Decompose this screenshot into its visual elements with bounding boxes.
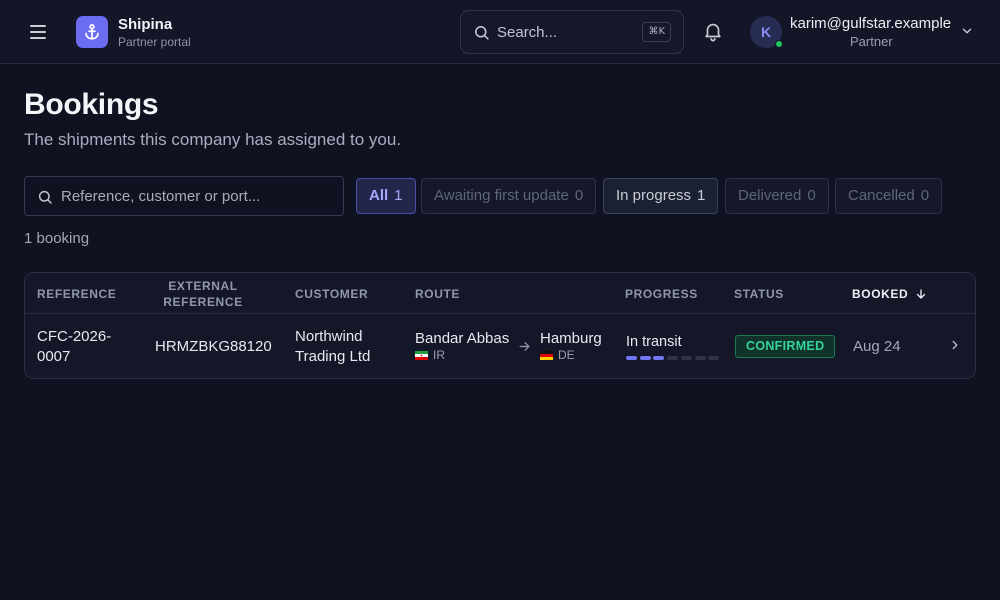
customer-name: Northwind Trading Ltd (295, 327, 370, 367)
filter-chip-count: 0 (920, 187, 930, 204)
menu-icon[interactable] (26, 20, 50, 44)
progress-segment-complete (626, 356, 637, 360)
user-role: Partner (850, 34, 893, 49)
filter-chip-label: Awaiting first update (434, 187, 569, 204)
booking-reference: CFC-2026- 0007 (37, 327, 111, 367)
column-header-reference[interactable]: REFERENCE (37, 287, 116, 301)
search-icon (37, 189, 53, 210)
progress-segment-pending (681, 356, 692, 360)
progress-bar (626, 356, 719, 360)
origin-country-code: IR (433, 348, 445, 362)
filter-chip-all[interactable]: All 1 (356, 178, 416, 214)
column-header-booked[interactable]: BOOKED (852, 287, 927, 301)
user-email[interactable]: karim@gulfstar.example (790, 15, 951, 32)
customer-name-line: Trading Ltd (295, 348, 371, 365)
global-search[interactable]: Search... ⌘K (460, 10, 684, 54)
progress-segment-pending (667, 356, 678, 360)
brand-subtitle: Partner portal (118, 35, 191, 49)
table-header: REFERENCE EXTERNAL REFERENCE CUSTOMER RO… (25, 273, 975, 313)
filter-chip-count: 0 (807, 187, 816, 204)
filter-chip-awaiting[interactable]: Awaiting first update 0 (421, 178, 597, 214)
column-header-line: EXTERNAL (168, 279, 238, 293)
page-subtitle: The shipments this company has assigned … (24, 130, 402, 149)
filter-chip-label: All (369, 187, 389, 204)
top-bar: Shipina Partner portal Search... ⌘K K ka… (0, 0, 1000, 64)
global-search-placeholder: Search... (497, 24, 558, 41)
iran-flag-icon (415, 351, 428, 360)
filter-chip-delivered[interactable]: Delivered 0 (725, 178, 829, 214)
column-header-status[interactable]: STATUS (734, 287, 784, 301)
column-header-line: REFERENCE (163, 295, 243, 309)
destination-country: DE (540, 348, 602, 362)
result-count: 1 booking (24, 230, 90, 247)
filter-chip-count: 1 (697, 187, 706, 204)
booking-search-input[interactable] (61, 177, 341, 215)
anchor-icon[interactable] (76, 16, 108, 48)
status-badge: CONFIRMED (735, 335, 836, 358)
brand-name: Shipina (118, 16, 173, 33)
booking-reference-line: CFC-2026- (37, 328, 112, 345)
filter-chip-count: 0 (574, 187, 584, 204)
destination-port: Hamburg (540, 330, 602, 347)
progress-label: In transit (626, 334, 682, 350)
column-header-customer[interactable]: CUSTOMER (295, 287, 368, 301)
filter-chip-in-progress[interactable]: In progress 1 (603, 178, 719, 214)
keyboard-shortcut-badge: ⌘K (642, 22, 671, 42)
filter-chip-label: In progress (616, 187, 692, 204)
column-header-route[interactable]: ROUTE (415, 287, 460, 301)
column-header-booked-label: BOOKED (852, 287, 909, 301)
route-origin: Bandar Abbas IR (415, 330, 509, 362)
destination-country-code: DE (558, 348, 575, 362)
route-destination: Hamburg DE (540, 330, 602, 362)
booked-date: Aug 24 (853, 338, 901, 355)
external-reference: HRMZBKG88120 (155, 338, 272, 355)
progress-segment-complete (653, 356, 664, 360)
bookings-table: REFERENCE EXTERNAL REFERENCE CUSTOMER RO… (24, 272, 976, 379)
origin-port: Bandar Abbas (415, 330, 510, 347)
table-row[interactable]: CFC-2026- 0007 HRMZBKG88120 Northwind Tr… (25, 314, 975, 378)
column-header-progress[interactable]: PROGRESS (625, 287, 698, 301)
filter-chip-count: 1 (394, 187, 403, 204)
filter-chip-cancelled[interactable]: Cancelled 0 (835, 178, 943, 214)
column-header-external-reference[interactable]: EXTERNAL REFERENCE (155, 279, 251, 309)
search-icon (473, 24, 490, 46)
progress-segment-complete (640, 356, 651, 360)
arrow-right-icon (518, 340, 531, 357)
filter-chip-label: Delivered (738, 187, 802, 204)
progress-segment-pending (695, 356, 706, 360)
arrow-down-icon (917, 289, 926, 299)
bell-icon[interactable] (702, 20, 726, 44)
origin-country: IR (415, 348, 509, 362)
chevron-right-icon[interactable] (948, 338, 962, 356)
booking-reference-line: 0007 (37, 348, 71, 365)
customer-name-line: Northwind (295, 328, 363, 345)
online-status-dot (775, 40, 783, 48)
progress-segment-pending (708, 356, 719, 360)
filter-chip-label: Cancelled (848, 187, 915, 204)
booking-search-field[interactable] (24, 176, 344, 216)
chevron-down-icon[interactable] (960, 24, 974, 43)
page-title: Bookings (24, 88, 159, 121)
germany-flag-icon (540, 351, 553, 360)
